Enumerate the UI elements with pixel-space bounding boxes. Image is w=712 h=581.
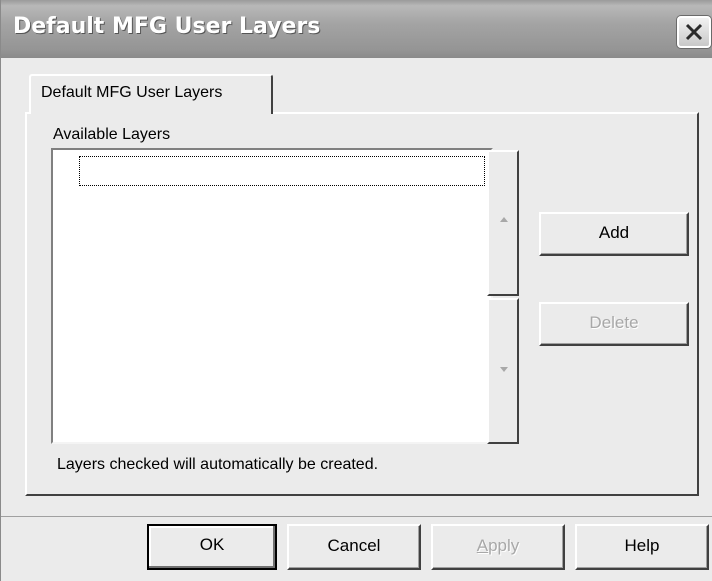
- tab-default-mfg-user-layers[interactable]: Default MFG User Layers: [29, 74, 273, 114]
- arrow-down-icon: [500, 367, 508, 372]
- title-bar[interactable]: Default MFG User Layers: [1, 0, 712, 58]
- add-button[interactable]: Add: [539, 212, 689, 256]
- apply-button-label: Apply: [476, 536, 520, 555]
- close-icon: [685, 23, 703, 41]
- ok-button-label: OK: [199, 535, 225, 554]
- delete-button-label: Delete: [589, 313, 639, 332]
- cancel-button[interactable]: Cancel: [287, 524, 421, 570]
- available-layers-label: Available Layers: [53, 126, 171, 143]
- ok-button[interactable]: OK: [147, 524, 277, 570]
- dialog-window: Default MFG User Layers Default MFG User…: [0, 0, 712, 581]
- tab-label: Default MFG User Layers: [41, 84, 223, 101]
- available-layers-list[interactable]: [51, 148, 493, 444]
- apply-button[interactable]: Apply: [431, 524, 565, 570]
- delete-button[interactable]: Delete: [539, 302, 689, 346]
- list-item[interactable]: [79, 156, 485, 186]
- move-down-button[interactable]: [487, 298, 519, 444]
- help-button[interactable]: Help: [575, 524, 709, 570]
- close-button[interactable]: [677, 16, 711, 48]
- arrow-up-icon: [500, 217, 508, 222]
- footer-divider: [1, 516, 712, 517]
- move-up-button[interactable]: [487, 150, 519, 296]
- add-button-label: Add: [598, 223, 630, 242]
- window-title: Default MFG User Layers: [13, 14, 321, 39]
- help-button-label: Help: [624, 536, 660, 555]
- layers-note: Layers checked will automatically be cre…: [57, 456, 379, 473]
- cancel-button-label: Cancel: [327, 536, 381, 555]
